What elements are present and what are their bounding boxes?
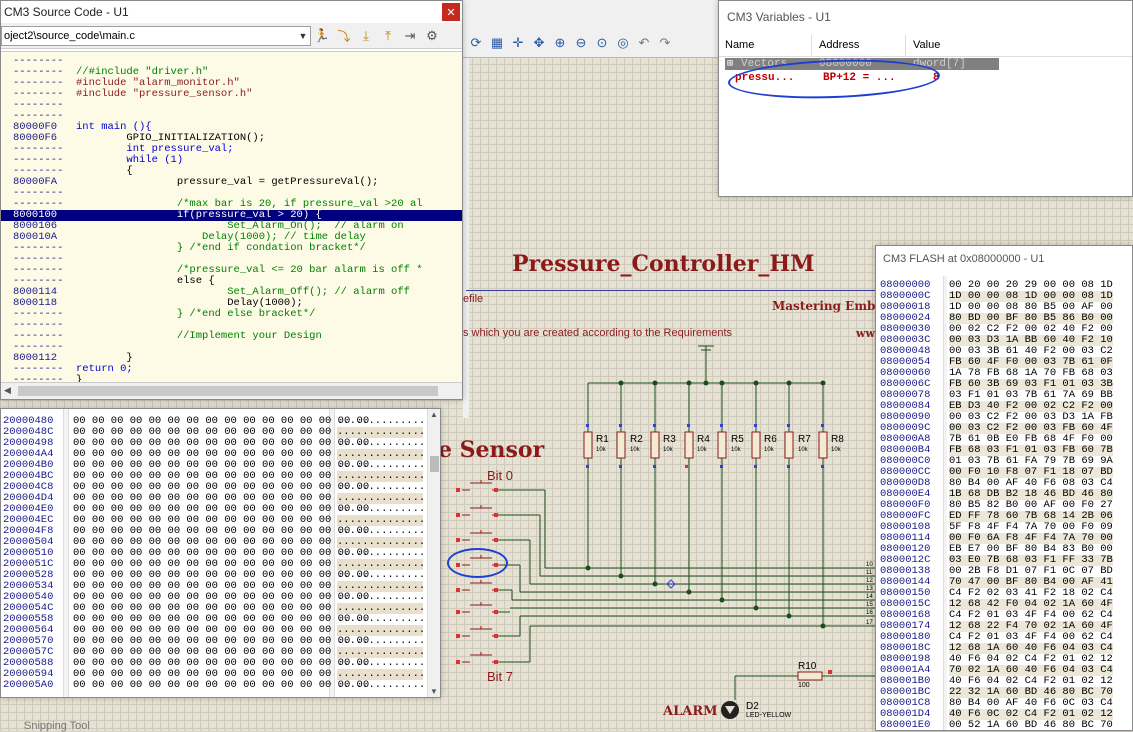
code-line[interactable]: -------- return 0; bbox=[1, 364, 462, 375]
resistor-r5-label: R5 bbox=[731, 434, 744, 445]
expand-icon[interactable]: ⊞ bbox=[727, 58, 733, 70]
resistor-r3-label: R3 bbox=[663, 434, 676, 445]
scroll-down-icon[interactable]: ▼ bbox=[430, 687, 438, 696]
toggle-breakpoint-icon[interactable]: ⚙ bbox=[421, 26, 443, 46]
close-icon[interactable]: ✕ bbox=[442, 3, 460, 21]
code-line[interactable]: -------- int pressure_val; bbox=[1, 144, 462, 155]
source-code-window: CM3 Source Code - U1 ✕ oject2\source_cod… bbox=[0, 0, 463, 400]
svg-text:12: 12 bbox=[866, 578, 873, 584]
memory-row[interactable]: 200005A0 00 00 00 00 00 00 00 00 00 00 00… bbox=[1, 679, 438, 691]
memory-vertical-scrollbar[interactable]: ▲ ▼ bbox=[427, 409, 440, 697]
resistor-r6-value: 10k bbox=[764, 447, 774, 453]
code-line[interactable]: -------- bbox=[1, 56, 462, 67]
resistor-r4-value: 10k bbox=[697, 447, 707, 453]
resistor-r10-value: 100 bbox=[798, 682, 810, 689]
resistor-r8-label: R8 bbox=[831, 434, 844, 445]
code-line[interactable]: -------- bbox=[1, 342, 462, 353]
chevron-down-icon: ▼ bbox=[298, 30, 308, 41]
code-line[interactable]: -------- //Implement your Design bbox=[1, 331, 462, 342]
code-line-text: pressure_val = getPressureVal(); bbox=[76, 176, 379, 188]
resistor-r6-label: R6 bbox=[764, 434, 777, 445]
variables-header: Name Address Value bbox=[719, 35, 1132, 57]
source-code-view[interactable]: -------- --------//#include "driver.h" ---… bbox=[1, 51, 462, 384]
code-line-text: //Implement your Design bbox=[76, 330, 322, 342]
code-line-text: } /*end else bracket*/ bbox=[76, 308, 316, 320]
flash-separator bbox=[943, 276, 947, 730]
alarm-label: ALARM bbox=[663, 704, 718, 719]
scrollbar-thumb[interactable] bbox=[18, 386, 438, 396]
bit7-label: Bit 7 bbox=[487, 669, 514, 684]
svg-text:17: 17 bbox=[866, 620, 873, 626]
column-name[interactable]: Name bbox=[725, 39, 754, 51]
resistor-r4-label: R4 bbox=[697, 434, 710, 445]
run-to-cursor-icon[interactable]: ⇥ bbox=[399, 26, 421, 46]
resistor-r1-value: 10k bbox=[596, 447, 606, 453]
resistor-r7-label: R7 bbox=[798, 434, 811, 445]
memory-window: 20000480 00 00 00 00 00 00 00 00 00 00 00… bbox=[0, 408, 441, 698]
svg-text:10: 10 bbox=[866, 562, 873, 568]
resistor-r8-value: 10k bbox=[831, 447, 841, 453]
source-horizontal-scrollbar[interactable]: ◀ bbox=[1, 382, 462, 399]
source-toolbar: oject2\source_code\main.c ▼ 🏃 ⤵ ⤓ ⤒ ⇥ ⚙ bbox=[1, 23, 462, 49]
code-line[interactable]: 80000FA pressure_val = getPressureVal(); bbox=[1, 177, 462, 188]
flash-hex: 00 52 1A 60 BD 46 80 BC 70 bbox=[949, 719, 1113, 731]
flash-address: 080001E0 bbox=[880, 719, 931, 731]
code-line-text: } /*end if condation bracket*/ bbox=[76, 242, 366, 254]
variables-window-title: CM3 Variables - U1 bbox=[727, 10, 831, 24]
column-address[interactable]: Address bbox=[819, 39, 859, 51]
led-d2-label: D2 bbox=[746, 701, 759, 712]
annotation-ellipse-switch bbox=[447, 548, 508, 578]
resistor-r7-value: 10k bbox=[798, 447, 808, 453]
run-icon[interactable]: 🏃 bbox=[311, 26, 333, 46]
scrollbar-thumb[interactable] bbox=[430, 456, 439, 472]
source-window-title: CM3 Source Code - U1 bbox=[4, 5, 129, 19]
resistor-r1-label: R1 bbox=[596, 434, 609, 445]
code-line-text: return 0; bbox=[76, 363, 133, 375]
scroll-left-icon[interactable]: ◀ bbox=[4, 385, 11, 396]
variables-window-titlebar[interactable]: CM3 Variables - U1 bbox=[719, 1, 1132, 33]
resistor-r10-label: R10 bbox=[798, 661, 817, 672]
resistor-r5-value: 10k bbox=[731, 447, 741, 453]
resistor-r2-value: 10k bbox=[630, 447, 640, 453]
svg-text:16: 16 bbox=[866, 610, 873, 616]
code-line[interactable]: -------- bbox=[1, 111, 462, 122]
snipping-tool-taskbar-label[interactable]: Snipping Tool bbox=[24, 720, 90, 732]
flash-memory-window: CM3 FLASH at 0x08000000 - U1 08000000 00 … bbox=[875, 245, 1133, 731]
memory-ascii: ................ bbox=[337, 679, 438, 691]
code-line-text: #include "pressure_sensor.h" bbox=[76, 88, 253, 100]
code-line[interactable]: -------- #include "pressure_sensor.h" bbox=[1, 89, 462, 100]
source-file-select[interactable]: oject2\source_code\main.c ▼ bbox=[1, 25, 311, 46]
resistor-r3-value: 10k bbox=[663, 447, 673, 453]
flash-window-titlebar[interactable]: CM3 FLASH at 0x08000000 - U1 bbox=[876, 246, 1132, 272]
code-line[interactable]: -------- } /*end else bracket*/ bbox=[1, 309, 462, 320]
code-line[interactable]: -------- while (1) bbox=[1, 155, 462, 166]
resistor-r2-label: R2 bbox=[630, 434, 643, 445]
source-file-path: oject2\source_code\main.c bbox=[4, 29, 135, 42]
led-type-label: LED-YELLOW bbox=[746, 712, 792, 719]
step-over-icon[interactable]: ⤵ bbox=[333, 26, 355, 46]
svg-text:13: 13 bbox=[866, 586, 873, 592]
memory-address: 200005A0 bbox=[3, 679, 54, 691]
variables-window: CM3 Variables - U1 Name Address Value ⊞ … bbox=[718, 0, 1133, 197]
code-line[interactable]: 8000112 } bbox=[1, 353, 462, 364]
svg-text:11: 11 bbox=[866, 570, 873, 576]
source-window-titlebar[interactable]: CM3 Source Code - U1 ✕ bbox=[1, 1, 462, 23]
code-line[interactable]: -------- /*pressure_val <= 20 bar alarm … bbox=[1, 265, 462, 276]
flash-window-title: CM3 FLASH at 0x08000000 - U1 bbox=[883, 253, 1045, 265]
svg-text:15: 15 bbox=[866, 602, 873, 608]
step-into-icon[interactable]: ⤓ bbox=[355, 26, 377, 46]
memory-hex: 00 00 00 00 00 00 00 00 00 00 00 00 00 0… bbox=[73, 679, 370, 691]
code-line[interactable]: -------- } /*end if condation bracket*/ bbox=[1, 243, 462, 254]
bit0-label: Bit 0 bbox=[487, 468, 514, 483]
column-value[interactable]: Value bbox=[913, 39, 940, 51]
code-line[interactable]: -------- bbox=[1, 100, 462, 111]
step-out-icon[interactable]: ⤒ bbox=[377, 26, 399, 46]
scroll-up-icon[interactable]: ▲ bbox=[430, 410, 438, 419]
svg-text:14: 14 bbox=[866, 594, 873, 600]
